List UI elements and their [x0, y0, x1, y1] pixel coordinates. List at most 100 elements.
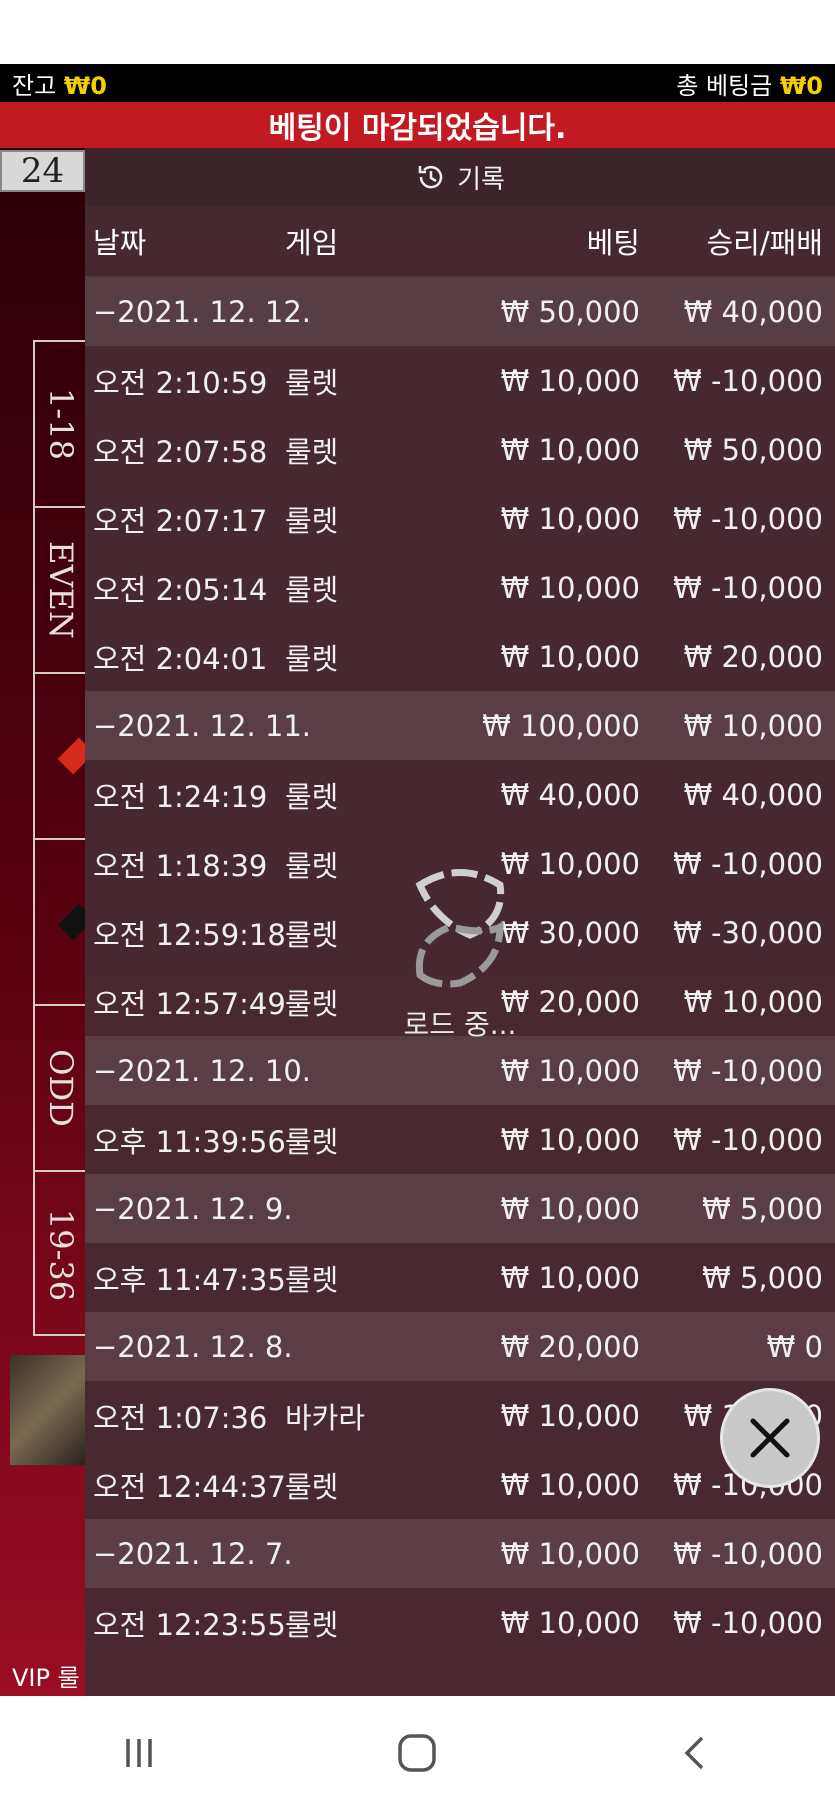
row-result: ₩ -30,000: [673, 915, 823, 950]
back-icon: [684, 1736, 704, 1769]
row-game: 룰렛: [285, 572, 339, 607]
row-time: 오전 2:04:01: [93, 641, 268, 676]
row-game: 룰렛: [285, 779, 339, 814]
history-date-row[interactable]: −2021. 12. 11. ₩ 100,000 ₩ 10,000: [85, 691, 835, 760]
history-title: 기록: [457, 164, 505, 195]
row-bet: ₩ 10,000: [500, 363, 640, 398]
row-bet: ₩ 10,000: [500, 1260, 640, 1295]
home-button[interactable]: [377, 1723, 457, 1783]
row-game: 룰렛: [285, 641, 339, 676]
row-time: 오후 11:39:56: [93, 1124, 286, 1159]
balance: 잔고 ₩0: [12, 66, 107, 101]
row-game: 바카라: [285, 1400, 366, 1435]
history-columns: 날짜 게임 베팅 승리/패배: [85, 206, 835, 277]
row-time: 오전 1:07:36: [93, 1400, 268, 1435]
row-result: ₩ 0: [766, 1329, 823, 1364]
row-bet: ₩ 10,000: [500, 501, 640, 536]
row-result: ₩ -10,000: [673, 846, 823, 881]
row-bet: ₩ 20,000: [500, 1329, 640, 1364]
history-row[interactable]: 오전 2:10:59 룰렛 ₩ 10,000 ₩ -10,000: [85, 346, 835, 415]
row-game: 룰렛: [285, 1607, 339, 1642]
top-bar: 잔고 ₩0 총 베팅금 ₩0: [0, 64, 835, 102]
history-row[interactable]: 오전 2:04:01 룰렛 ₩ 10,000 ₩ 20,000: [85, 622, 835, 691]
row-bet: ₩ 10,000: [500, 570, 640, 605]
bet-red[interactable]: [35, 674, 95, 840]
row-result: ₩ -10,000: [673, 1053, 823, 1088]
close-button[interactable]: [720, 1388, 820, 1488]
row-result: ₩ 10,000: [683, 984, 823, 1019]
history-header: 기록: [85, 148, 835, 206]
recent-apps-icon: [126, 1738, 152, 1767]
row-bet: ₩ 10,000: [500, 1191, 640, 1226]
bet-1-18[interactable]: 1-18: [35, 342, 87, 508]
history-row[interactable]: 오전 1:24:19 룰렛 ₩ 40,000 ₩ 40,000: [85, 760, 835, 829]
row-game: 룰렛: [285, 365, 339, 400]
bet-black[interactable]: [35, 840, 95, 1006]
row-game: 룰렛: [285, 1469, 339, 1504]
bet-19-36[interactable]: 19-36: [35, 1172, 87, 1338]
row-result: ₩ 40,000: [683, 777, 823, 812]
bet-odd-label: ODD: [42, 1049, 81, 1127]
row-bet: ₩ 50,000: [500, 294, 640, 329]
history-row[interactable]: 오후 11:39:56 룰렛 ₩ 10,000 ₩ -10,000: [85, 1105, 835, 1174]
row-time: 오전 12:44:37: [93, 1469, 286, 1504]
live-video-thumbnail[interactable]: [10, 1355, 85, 1465]
row-bet: ₩ 10,000: [500, 1122, 640, 1157]
bet-odd[interactable]: ODD: [35, 1006, 87, 1172]
balance-value: ₩0: [63, 71, 107, 100]
row-time: 오전 1:18:39: [93, 848, 268, 883]
row-game: 룰렛: [285, 917, 339, 952]
row-game: 룰렛: [285, 1124, 339, 1159]
total-bet-label: 총 베팅금: [676, 71, 773, 100]
table-name: VIP 룰: [12, 1664, 80, 1692]
row-time: 오전 1:24:19: [93, 779, 268, 814]
row-time: 오전 2:10:59: [93, 365, 268, 400]
row-bet: ₩ 10,000: [500, 1398, 640, 1433]
history-row[interactable]: 오전 2:07:17 룰렛 ₩ 10,000 ₩ -10,000: [85, 484, 835, 553]
recent-apps-button[interactable]: [99, 1723, 179, 1783]
row-result: ₩ 10,000: [683, 708, 823, 743]
history-row[interactable]: 오전 12:23:55 룰렛 ₩ 10,000 ₩ -10,000: [85, 1588, 835, 1657]
history-row[interactable]: 오후 11:47:35 룰렛 ₩ 10,000 ₩ 5,000: [85, 1243, 835, 1312]
row-time: 오전 12:59:18: [93, 917, 286, 952]
last-number: 24: [0, 150, 85, 192]
status-bar: [0, 0, 835, 64]
row-result: ₩ -10,000: [673, 1536, 823, 1571]
row-time: 오전 12:57:49: [93, 986, 286, 1021]
row-game: 룰렛: [285, 434, 339, 469]
back-button[interactable]: [656, 1723, 736, 1783]
total-bet: 총 베팅금 ₩0: [676, 66, 823, 101]
total-bet-value: ₩0: [779, 71, 823, 100]
history-date-row[interactable]: −2021. 12. 7. ₩ 10,000 ₩ -10,000: [85, 1519, 835, 1588]
history-row[interactable]: 오전 12:44:37 룰렛 ₩ 10,000 ₩ -10,000: [85, 1450, 835, 1519]
row-time: 오전 2:07:58: [93, 434, 268, 469]
row-game: 룰렛: [285, 1262, 339, 1297]
row-result: ₩ 50,000: [683, 432, 823, 467]
history-row[interactable]: 오전 2:07:58 룰렛 ₩ 10,000 ₩ 50,000: [85, 415, 835, 484]
row-result: ₩ -10,000: [673, 363, 823, 398]
balance-label: 잔고: [12, 71, 57, 100]
row-result: ₩ 5,000: [702, 1191, 823, 1226]
col-bet: 베팅: [586, 226, 640, 260]
row-game: 룰렛: [285, 986, 339, 1021]
row-game: 룰렛: [285, 848, 339, 883]
row-result: ₩ 40,000: [683, 294, 823, 329]
row-bet: ₩ 10,000: [500, 1467, 640, 1502]
bet-even[interactable]: EVEN: [35, 508, 87, 674]
history-date-row[interactable]: −2021. 12. 12. ₩ 50,000 ₩ 40,000: [85, 277, 835, 346]
outside-bet-board: 1-18 EVEN ODD 19-36: [33, 340, 95, 1338]
row-game: 룰렛: [285, 503, 339, 538]
row-bet: ₩ 10,000: [500, 432, 640, 467]
row-time: 오전 12:23:55: [93, 1607, 286, 1642]
history-date-row[interactable]: −2021. 12. 9. ₩ 10,000 ₩ 5,000: [85, 1174, 835, 1243]
history-date-row[interactable]: −2021. 12. 8. ₩ 20,000 ₩ 0: [85, 1312, 835, 1381]
row-result: ₩ -10,000: [673, 570, 823, 605]
row-bet: ₩ 10,000: [500, 1605, 640, 1640]
row-time: 오전 2:05:14: [93, 572, 268, 607]
system-nav-bar: [0, 1696, 835, 1809]
history-row[interactable]: 오전 2:05:14 룰렛 ₩ 10,000 ₩ -10,000: [85, 553, 835, 622]
history-icon: [418, 165, 443, 189]
row-bet: ₩ 100,000: [482, 708, 640, 743]
betting-closed-banner: 베팅이 마감되었습니다.: [0, 102, 835, 148]
row-time: 오후 11:47:35: [93, 1262, 286, 1297]
